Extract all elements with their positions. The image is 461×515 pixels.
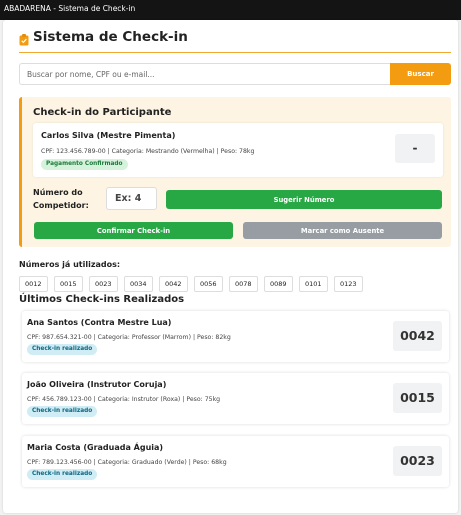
used-number-chip: 0056 <box>194 276 223 292</box>
payment-status-badge: Pagamento Confirmado <box>41 159 128 170</box>
recent-participant-details: CPF: 789.123.456-00 | Categoria: Graduad… <box>27 459 227 466</box>
used-number-chip: 0101 <box>299 276 328 292</box>
recent-participant-details: CPF: 987.654.321-00 | Categoria: Profess… <box>27 334 231 341</box>
suggest-number-button[interactable]: Sugerir Número <box>166 190 442 209</box>
recent-checkin-item: Ana Santos (Contra Mestre Lua) CPF: 987.… <box>22 311 449 362</box>
search-bar: Buscar <box>19 63 451 85</box>
recent-checkin-item: Maria Costa (Graduada Águia) CPF: 789.12… <box>22 436 449 487</box>
participant-name: Carlos Silva (Mestre Pimenta) <box>41 131 176 140</box>
recent-participant-details: CPF: 456.789.123-00 | Categoria: Instrut… <box>27 396 221 403</box>
used-numbers-title: Números já utilizados: <box>19 260 121 269</box>
recent-participant-name: João Oliveira (Instrutor Coruja) <box>27 380 167 389</box>
used-number-chip: 0023 <box>89 276 118 292</box>
main-panel: Sistema de Check-in Buscar Check-in do P… <box>3 20 458 513</box>
checkin-status-badge: Check-in realizado <box>27 344 98 355</box>
used-number-chip: 0015 <box>54 276 83 292</box>
participant-info: Carlos Silva (Mestre Pimenta) CPF: 123.4… <box>33 123 443 177</box>
recent-participant-name: Maria Costa (Graduada Águia) <box>27 443 164 452</box>
recent-checkins-title: Últimos Check-ins Realizados <box>19 294 185 305</box>
checkin-card: Check-in do Participante Carlos Silva (M… <box>19 97 451 247</box>
page-header: Sistema de Check-in <box>19 29 451 53</box>
recent-competitor-number: 0023 <box>393 446 442 476</box>
used-number-chip: 0078 <box>229 276 258 292</box>
confirm-checkin-button[interactable]: Confirmar Check-in <box>34 222 233 239</box>
window-title-bar: ABADARENA - Sistema de Check-in <box>0 0 461 20</box>
used-number-chip: 0012 <box>19 276 48 292</box>
recent-checkin-item: João Oliveira (Instrutor Coruja) CPF: 45… <box>22 373 449 424</box>
search-input[interactable] <box>19 63 390 85</box>
search-button[interactable]: Buscar <box>390 63 451 85</box>
used-number-chip: 0042 <box>159 276 188 292</box>
page-title: Sistema de Check-in <box>33 29 188 45</box>
checkin-status-badge: Check-in realizado <box>27 469 98 480</box>
used-number-chip: 0034 <box>124 276 153 292</box>
competitor-number-label: Número do Competidor: <box>33 188 89 210</box>
competitor-number-input[interactable] <box>106 187 157 210</box>
checkin-title: Check-in do Participante <box>33 107 172 118</box>
competitor-number-display: - <box>395 134 435 163</box>
recent-competitor-number: 0015 <box>393 383 442 413</box>
used-number-chip: 0089 <box>264 276 293 292</box>
used-number-chip: 0123 <box>334 276 363 292</box>
participant-details: CPF: 123.456.789-00 | Categoria: Mestran… <box>41 148 255 155</box>
recent-participant-name: Ana Santos (Contra Mestre Lua) <box>27 318 172 327</box>
recent-competitor-number: 0042 <box>393 321 442 351</box>
checkin-status-badge: Check-in realizado <box>27 406 98 417</box>
mark-absent-button[interactable]: Marcar como Ausente <box>243 222 442 239</box>
used-numbers-list: 0012 0015 0023 0034 0042 0056 0078 0089 … <box>19 276 451 293</box>
clipboard-check-icon <box>19 31 29 46</box>
